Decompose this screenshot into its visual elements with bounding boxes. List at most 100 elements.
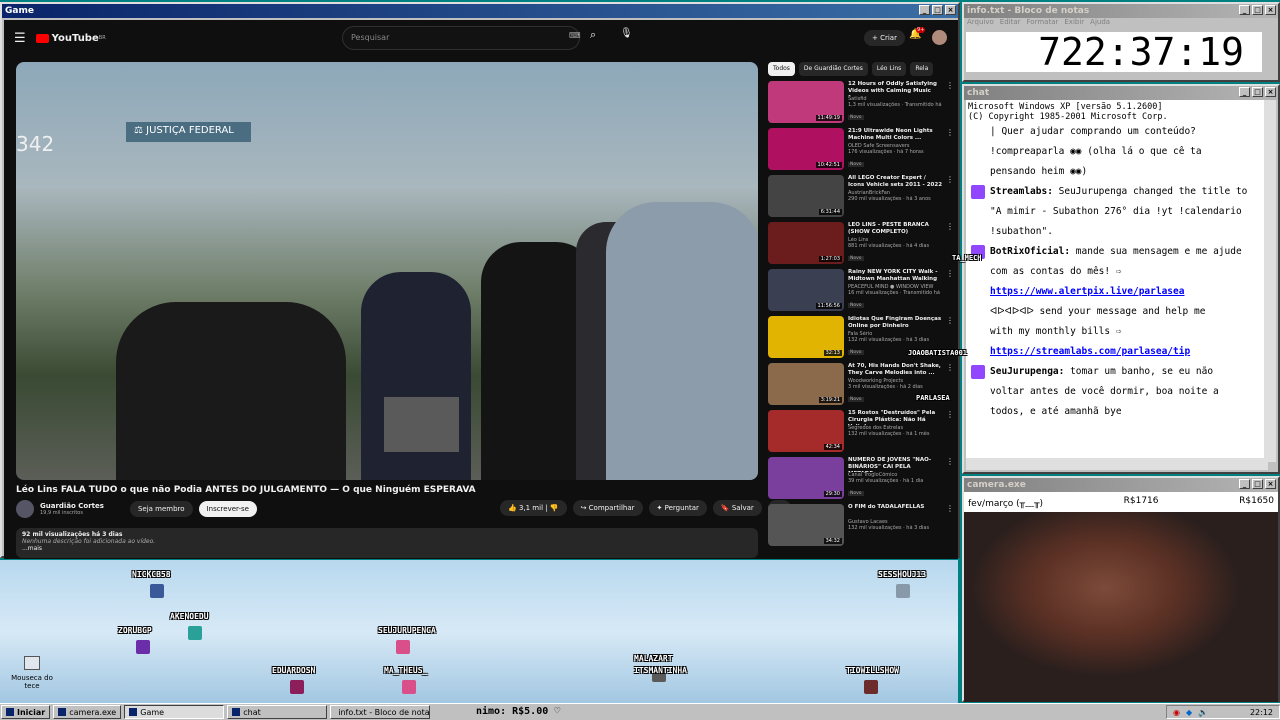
close-button[interactable]: ×: [1265, 479, 1276, 489]
rec-title[interactable]: All LEGO Creator Expert / Icons Vehicle …: [848, 175, 942, 190]
video-thumbnail[interactable]: 42:34: [768, 410, 844, 452]
filter-chip[interactable]: Léo Lins: [871, 62, 907, 76]
video-thumbnail[interactable]: 3:19:21: [768, 363, 844, 405]
filter-chip[interactable]: De Guardião Cortes: [798, 62, 868, 76]
chat-link[interactable]: https://www.alertpix.live/parlasea: [990, 286, 1184, 297]
filter-chip[interactable]: Rela: [910, 62, 934, 76]
recommended-video[interactable]: 3:19:21 At 70, His Hands Don't Shake, Th…: [768, 363, 954, 409]
video-thumbnail[interactable]: 10:42:51: [768, 128, 844, 170]
rec-title[interactable]: NÚMERO DE JOVENS "NÃO-BINÁRIOS" CAI PELA…: [848, 457, 942, 472]
recommended-video[interactable]: 29:30 NÚMERO DE JOVENS "NÃO-BINÁRIOS" CA…: [768, 457, 954, 503]
more-link[interactable]: ...mais: [22, 545, 752, 552]
vertical-scrollbar[interactable]: [1264, 100, 1276, 462]
video-thumbnail[interactable]: 6:31:44: [768, 175, 844, 217]
chat-username[interactable]: Streamlabs:: [990, 186, 1053, 197]
menu-item[interactable]: Exibir: [1064, 18, 1084, 30]
thumbs-down-icon[interactable]: 👎: [550, 504, 559, 512]
menu-item[interactable]: Editar: [1000, 18, 1021, 30]
menu-item[interactable]: Formatar: [1027, 18, 1059, 30]
youtube-logo-icon[interactable]: [35, 33, 49, 43]
video-thumbnail[interactable]: 11:56:56: [768, 269, 844, 311]
rec-title[interactable]: 21:9 Ultrawide Neon Lights Machine Multi…: [848, 128, 942, 143]
horizontal-scrollbar[interactable]: [966, 458, 1268, 470]
channel-name[interactable]: Guardião Cortes: [40, 502, 104, 510]
search-icon[interactable]: ⌕: [590, 28, 596, 42]
recommended-video[interactable]: 42:34 15 Rostos "Destruídos" Pela Cirurg…: [768, 410, 954, 456]
more-vert-icon[interactable]: ⋮: [946, 269, 954, 315]
search-input[interactable]: Pesquisar: [342, 26, 580, 50]
rec-title[interactable]: O FIM do TADALAFELLAS: [848, 504, 942, 519]
rec-title[interactable]: At 70, His Hands Don't Shake, They Carve…: [848, 363, 942, 378]
taskbar-button[interactable]: camera.exe: [53, 705, 122, 719]
more-vert-icon[interactable]: ⋮: [946, 128, 954, 174]
chat-link[interactable]: https://streamlabs.com/parlasea/tip: [990, 346, 1190, 357]
more-vert-icon[interactable]: ⋮: [946, 457, 954, 503]
video-thumbnail[interactable]: 34:32: [768, 504, 844, 546]
minimize-button[interactable]: _: [1239, 479, 1250, 489]
recommended-video[interactable]: 11:49:19 12 Hours of Oddly Satisfying Vi…: [768, 81, 954, 127]
video-thumbnail[interactable]: 32:13: [768, 316, 844, 358]
recommended-video[interactable]: 10:42:51 21:9 Ultrawide Neon Lights Mach…: [768, 128, 954, 174]
save-button[interactable]: 🔖 Salvar: [712, 500, 762, 516]
youtube-logo[interactable]: YouTube: [52, 33, 99, 44]
description-box[interactable]: 92 mil visualizações há 3 dias Nenhuma d…: [16, 528, 758, 558]
video-thumbnail[interactable]: 11:49:19: [768, 81, 844, 123]
chat-username[interactable]: SeuJurupenga:: [990, 366, 1064, 377]
maximize-button[interactable]: □: [1252, 5, 1263, 15]
video-thumbnail[interactable]: 1:27:03: [768, 222, 844, 264]
recommended-video[interactable]: 34:32 O FIM do TADALAFELLAS Gustavo Laca…: [768, 504, 954, 550]
rec-stats: 1,3 mil visualizações · Transmitido há 1…: [848, 102, 942, 108]
create-button[interactable]: + Criar: [864, 30, 905, 46]
channel-avatar[interactable]: [16, 500, 34, 518]
volume-icon[interactable]: 🔊: [1198, 708, 1208, 717]
maximize-button[interactable]: □: [932, 5, 943, 15]
start-button[interactable]: Iniciar: [1, 705, 51, 719]
share-button[interactable]: ↪ Compartilhar: [572, 500, 643, 516]
taskbar-button[interactable]: Game: [124, 705, 225, 719]
more-vert-icon[interactable]: ⋮: [946, 504, 954, 550]
maximize-button[interactable]: □: [1252, 479, 1263, 489]
notepad-titlebar[interactable]: info.txt - Bloco de notas _ □ ×: [964, 4, 1278, 18]
menu-item[interactable]: Ajuda: [1090, 18, 1110, 30]
more-vert-icon[interactable]: ⋮: [946, 81, 954, 127]
taskbar-button[interactable]: info.txt - Bloco de notas: [330, 705, 431, 719]
desktop-icon[interactable]: [24, 656, 40, 670]
video-thumbnail[interactable]: 29:30: [768, 457, 844, 499]
minimize-button[interactable]: _: [1239, 5, 1250, 15]
menu-icon[interactable]: ☰: [14, 31, 26, 46]
more-vert-icon[interactable]: ⋮: [946, 410, 954, 456]
rec-title[interactable]: LÉO LINS - PESTE BRANCA (SHOW COMPLETO): [848, 222, 942, 237]
rec-title[interactable]: Idiotas Que Fingiram Doenças Online por …: [848, 316, 942, 331]
maximize-button[interactable]: □: [1252, 87, 1263, 97]
close-button[interactable]: ×: [945, 5, 956, 15]
tray-icon[interactable]: ◆: [1186, 708, 1192, 717]
taskbar-button[interactable]: chat: [227, 705, 328, 719]
ask-button[interactable]: ✦ Perguntar: [648, 500, 707, 516]
keyboard-icon[interactable]: ⌨: [569, 31, 581, 40]
rec-title[interactable]: Rainy NEW YORK CITY Walk - Midtown Manha…: [848, 269, 942, 284]
avatar[interactable]: [932, 30, 947, 45]
more-vert-icon[interactable]: ⋮: [946, 363, 954, 409]
rec-title[interactable]: 12 Hours of Oddly Satisfying Videos with…: [848, 81, 942, 96]
game-titlebar[interactable]: Game _ □ ×: [2, 4, 958, 18]
like-button[interactable]: 👍 3,1 mil | 👎: [500, 500, 567, 516]
close-button[interactable]: ×: [1265, 87, 1276, 97]
close-button[interactable]: ×: [1265, 5, 1276, 15]
recommended-video[interactable]: 11:56:56 Rainy NEW YORK CITY Walk - Midt…: [768, 269, 954, 315]
join-button[interactable]: Seja membro: [129, 501, 193, 517]
recommended-video[interactable]: 6:31:44 All LEGO Creator Expert / Icons …: [768, 175, 954, 221]
minimize-button[interactable]: _: [919, 5, 930, 15]
video-player[interactable]: ⚖ JUSTIÇA FEDERAL 342: [16, 62, 758, 480]
camera-titlebar[interactable]: camera.exe _ □ ×: [964, 478, 1278, 492]
tray-icon[interactable]: ◉: [1173, 708, 1180, 717]
chat-titlebar[interactable]: chat _ □ ×: [964, 86, 1278, 100]
subscribe-button[interactable]: Inscrever-se: [198, 501, 257, 517]
recommended-video[interactable]: 1:27:03 LÉO LINS - PESTE BRANCA (SHOW CO…: [768, 222, 954, 268]
rec-title[interactable]: 15 Rostos "Destruídos" Pela Cirurgia Plá…: [848, 410, 942, 425]
chat-username[interactable]: BotRixOficial:: [990, 246, 1070, 257]
mic-icon[interactable]: 🎙: [620, 28, 633, 39]
more-vert-icon[interactable]: ⋮: [946, 175, 954, 221]
minimize-button[interactable]: _: [1239, 87, 1250, 97]
filter-chip[interactable]: Todos: [768, 62, 795, 76]
menu-item[interactable]: Arquivo: [967, 18, 994, 30]
